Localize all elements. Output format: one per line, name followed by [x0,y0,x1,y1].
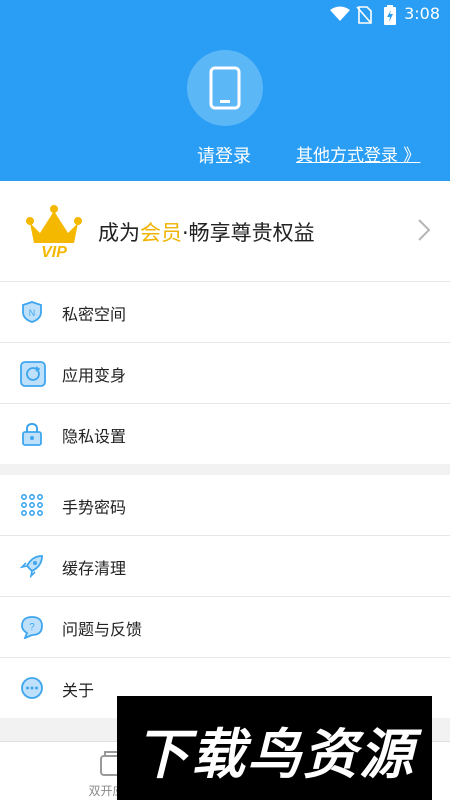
menu-item-label: 应用变身 [62,366,127,385]
shield-icon: N [20,300,44,324]
gesture-icon [20,493,44,517]
vip-text-prefix: 成为 [98,221,140,245]
watermark-text: 下载鸟资源 [135,723,415,786]
menu-item-label: 缓存清理 [62,559,127,578]
login-button[interactable]: 请登录 [197,142,251,168]
status-time: 3:08 [404,4,440,23]
menu-item-label: 问题与反馈 [62,620,143,639]
chevron-right-icon [418,219,431,245]
rocket-icon [19,554,44,579]
vip-text-highlight: 会员 [140,221,182,245]
menu-group-privacy: N 私密空间 应用变身 隐私设置 [0,282,450,464]
phone-icon [209,66,241,110]
menu-item-gesture-password[interactable]: 手势密码 [0,475,450,536]
menu-item-privacy-settings[interactable]: 隐私设置 [0,404,450,464]
vip-text-suffix: ·畅享尊贵权益 [182,221,315,245]
other-login-link[interactable]: 其他方式登录 》 [296,141,420,166]
menu-item-label: 手势密码 [62,498,127,517]
lock-icon [20,422,44,446]
vip-crown-icon: VIP [24,203,84,263]
no-sim-icon [356,6,372,28]
watermark-overlay: 下载鸟资源 [117,696,432,800]
svg-text:N: N [29,308,36,318]
vip-banner[interactable]: VIP 成为会员·畅享尊贵权益 [0,181,450,282]
status-bar: 3:08 [0,0,450,30]
menu-item-label: 隐私设置 [62,427,127,446]
menu-group-tools: 手势密码 缓存清理 ? 问题与反馈 关于 [0,475,450,718]
menu-item-label: 关于 [62,681,95,700]
menu-item-feedback[interactable]: ? 问题与反馈 [0,597,450,658]
menu-item-private-space[interactable]: N 私密空间 [0,282,450,343]
menu-item-label: 私密空间 [62,305,127,324]
feedback-icon: ? [20,615,44,640]
vip-badge-text: VIP [41,244,67,259]
svg-text:?: ? [29,622,35,633]
wifi-icon [330,6,350,26]
vip-promo-text: 成为会员·畅享尊贵权益 [98,217,315,247]
menu-item-app-disguise[interactable]: 应用变身 [0,343,450,404]
transform-icon [20,361,46,387]
battery-charging-icon [384,5,396,29]
about-icon [20,676,44,700]
profile-header: 3:08 请登录 其他方式登录 》 [0,0,450,181]
menu-item-cache-clean[interactable]: 缓存清理 [0,536,450,597]
avatar[interactable] [187,50,263,126]
